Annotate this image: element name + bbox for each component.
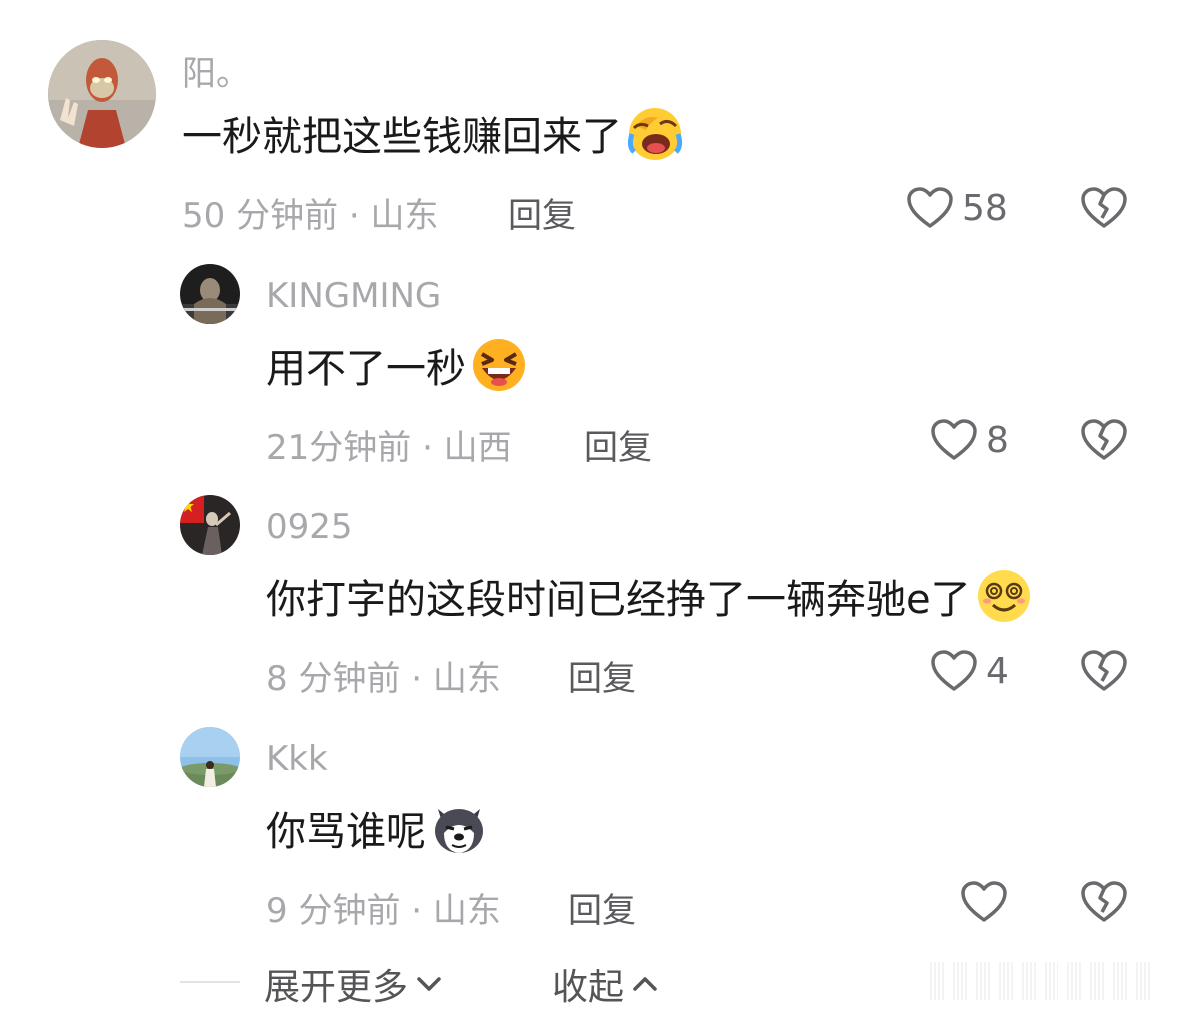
like-button[interactable]: 58 [906,186,1008,230]
collapse-button[interactable]: 收起 [552,958,658,1010]
avatar[interactable] [48,40,156,148]
like-button[interactable]: 8 [930,418,1009,462]
heart-outline-icon [930,649,978,693]
dislike-button[interactable] [1080,418,1128,462]
username[interactable]: 阳。 [182,46,250,95]
comment-timestamp-location: 8 分钟前 · 山东 [266,659,501,699]
like-button[interactable]: 4 [930,649,1009,693]
username[interactable]: Kkk [266,739,328,779]
husky-face-emoji-icon [430,799,488,857]
heart-outline-icon [906,186,954,230]
like-button[interactable] [960,880,1016,924]
avatar[interactable] [180,495,240,555]
expand-more-label: 展开更多 [264,967,409,1008]
dislike-button[interactable] [1080,649,1128,693]
comment-text-content: 用不了一秒 [266,346,466,392]
avatar[interactable] [180,264,240,324]
comment-text-content: 一秒就把这些钱赚回来了 [182,114,622,160]
like-count: 58 [962,187,1008,229]
dislike-button[interactable] [1080,186,1128,230]
comment-timestamp-location: 21分钟前 · 山西 [266,428,512,468]
like-count: 8 [986,419,1009,461]
reply-button[interactable]: 回复 [584,420,652,469]
comment-text: 一秒就把这些钱赚回来了 [182,104,684,162]
username[interactable]: KINGMING [266,276,441,316]
avatar[interactable] [180,727,240,787]
comment-text: 你骂谁呢 [266,799,488,857]
watermark [930,962,1151,1000]
reply-button[interactable]: 回复 [508,188,576,237]
broken-heart-icon [1080,418,1128,462]
chevron-down-icon [408,975,442,993]
expand-more-button[interactable]: 展开更多 [264,958,442,1010]
collapse-label: 收起 [552,967,625,1008]
dizzy-smile-emoji-icon [975,567,1033,625]
grinning-squint-emoji-icon [470,336,528,394]
heart-outline-icon [960,880,1008,924]
comment-timestamp-location: 9 分钟前 · 山东 [266,891,501,931]
comment-text-content: 你打字的这段时间已经挣了一辆奔驰e了 [266,577,971,623]
username[interactable]: 0925 [266,507,353,547]
broken-heart-icon [1080,186,1128,230]
reply-button[interactable]: 回复 [568,883,636,932]
chevron-up-icon [624,975,658,993]
heart-outline-icon [930,418,978,462]
broken-heart-icon [1080,880,1128,924]
laughing-crying-emoji-icon [626,104,684,162]
dislike-button[interactable] [1080,880,1128,924]
comment-text-content: 你骂谁呢 [266,809,426,855]
comment-timestamp-location: 50 分钟前 · 山东 [182,196,439,236]
reply-button[interactable]: 回复 [568,651,636,700]
comment-text: 用不了一秒 [266,336,528,394]
comment-text: 你打字的这段时间已经挣了一辆奔驰e了 [266,567,1033,625]
broken-heart-icon [1080,649,1128,693]
like-count: 4 [986,650,1009,692]
divider [180,981,240,983]
